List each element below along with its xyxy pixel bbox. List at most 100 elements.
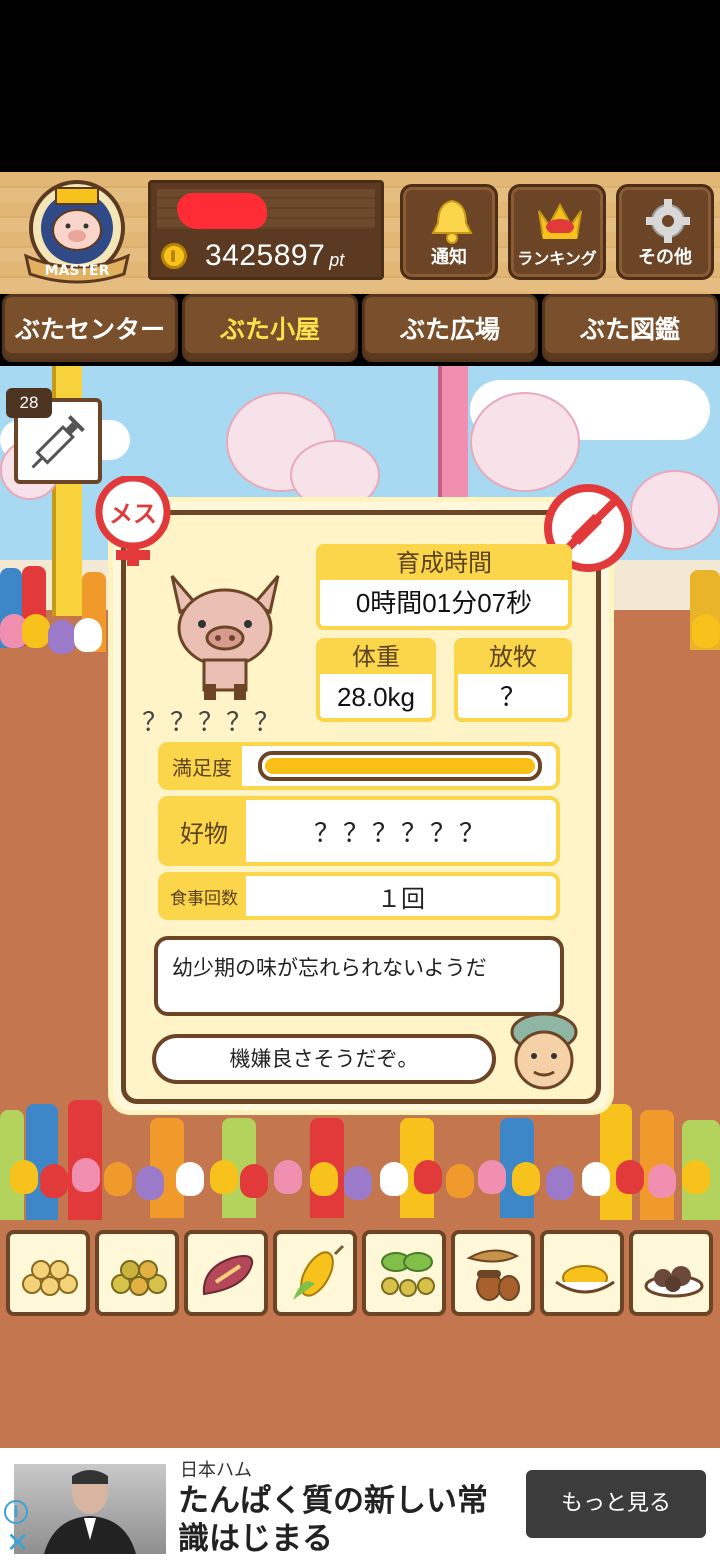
tulip	[512, 1162, 540, 1196]
tulip	[136, 1166, 164, 1200]
favorite-food-label: 好物	[162, 800, 246, 862]
farmer-message-bubble: 機嫌良さそうだぞ。	[152, 1034, 496, 1084]
tulip	[74, 618, 102, 652]
satisfaction-meter	[258, 751, 542, 781]
growth-time-value: 0時間01分07秒	[355, 588, 533, 618]
tulip	[446, 1164, 474, 1198]
tab-buta-zukan[interactable]: ぶた図鑑	[542, 294, 718, 362]
redacted-player-name	[177, 193, 267, 229]
tab-buta-center[interactable]: ぶたセンター	[2, 294, 178, 362]
pig-message-bubble: 幼少期の味が忘れられないようだ	[154, 936, 564, 1016]
status-bar-area	[0, 0, 720, 172]
points-display: 3425897 pt	[157, 237, 375, 275]
meal-count-value: １回	[377, 884, 425, 913]
growth-time-label: 育成時間	[320, 548, 568, 580]
tulip	[582, 1162, 610, 1196]
pasture-box: 放牧 ？	[454, 638, 572, 722]
tulip	[48, 620, 76, 654]
master-badge-icon[interactable]: MASTER	[16, 178, 138, 286]
pasture-value: ？	[499, 682, 526, 712]
bell-icon	[431, 199, 473, 244]
game-screen: MASTER 3425897 pt 通知 ランキング その他 ぶたセンター ぶた…	[0, 0, 720, 1560]
food-corn-button[interactable]	[273, 1230, 357, 1316]
food-selection-bar	[2, 1230, 718, 1318]
ad-more-button[interactable]: もっと見る	[526, 1470, 706, 1538]
tulip	[240, 1164, 268, 1198]
tulip	[72, 1158, 100, 1192]
gear-icon	[646, 199, 690, 243]
weight-box: 体重 28.0kg	[316, 638, 436, 722]
tulip	[22, 614, 50, 648]
player-name-plate	[157, 189, 375, 229]
female-gender-icon: メス	[95, 476, 171, 566]
tulip	[274, 1160, 302, 1194]
other-label: その他	[638, 247, 692, 268]
sweet-potato-icon	[202, 1255, 254, 1296]
ad-close-icon[interactable]: ✕	[6, 1526, 29, 1559]
meal-count-row: 食事回数 １回	[158, 872, 560, 920]
tab-buta-koya[interactable]: ぶた小屋	[182, 294, 358, 362]
crown-icon	[538, 202, 582, 239]
soybeans-icon	[22, 1260, 78, 1296]
ad-banner[interactable]: 日本ハム たんぱく質の新しい常識はじまる もっと見る i ✕	[0, 1448, 720, 1560]
tulip	[546, 1166, 574, 1200]
tulip	[310, 1162, 338, 1196]
tulip	[176, 1162, 204, 1196]
food-grain-bowl-button[interactable]	[540, 1230, 624, 1316]
tab-buta-hiroba[interactable]: ぶた広場	[362, 294, 538, 362]
food-acorn-button[interactable]	[451, 1230, 535, 1316]
mixed-beans-icon	[111, 1260, 167, 1296]
food-soybeans-button[interactable]	[6, 1230, 90, 1316]
food-leaves-button[interactable]	[362, 1230, 446, 1316]
notification-button[interactable]: 通知	[400, 184, 498, 280]
points-value: 3425897	[205, 239, 326, 272]
farmer-message-text: 機嫌良さそうだぞ。	[229, 1047, 419, 1071]
farmer-face-icon	[510, 1012, 578, 1090]
meat-plate-icon	[644, 1266, 704, 1298]
tulip	[648, 1164, 676, 1198]
coin-icon	[161, 243, 187, 269]
tulip	[380, 1162, 408, 1196]
tulip	[210, 1160, 238, 1194]
tulip	[344, 1166, 372, 1200]
ad-person-photo	[44, 1470, 136, 1554]
acorn-icon	[466, 1249, 520, 1301]
ad-info-icon[interactable]: i	[4, 1500, 28, 1524]
pig-message-text: 幼少期の味が忘れられないようだ	[172, 956, 487, 980]
ranking-button[interactable]: ランキング	[508, 184, 606, 280]
pasture-label: 放牧	[458, 642, 568, 674]
satisfaction-meter-fill	[265, 758, 535, 774]
ad-image[interactable]	[14, 1464, 166, 1554]
corn-icon	[293, 1244, 345, 1300]
player-info-board: 3425897 pt	[148, 180, 384, 280]
tulip	[692, 614, 720, 648]
growth-time-box: 育成時間 0時間01分07秒	[316, 544, 572, 630]
notification-label: 通知	[431, 247, 467, 268]
satisfaction-row: 満足度	[158, 742, 560, 790]
weight-value: 28.0kg	[336, 682, 416, 712]
leaves-icon	[381, 1252, 435, 1297]
points-unit: pt	[329, 249, 345, 270]
pig-name: ？？？？？	[142, 708, 283, 738]
cherry-tree	[630, 470, 720, 550]
main-nav: ぶたセンター ぶた小屋 ぶた広場 ぶた図鑑	[0, 294, 720, 366]
tulip	[478, 1160, 506, 1194]
favorite-food-value: ？？？？？？	[313, 818, 488, 849]
weight-label: 体重	[320, 642, 432, 674]
food-mixed-beans-button[interactable]	[95, 1230, 179, 1316]
pink-pole	[438, 366, 468, 506]
food-meat-plate-button[interactable]	[629, 1230, 713, 1316]
badge-label: MASTER	[45, 263, 110, 279]
tulip	[40, 1164, 68, 1198]
food-sweet-potato-button[interactable]	[184, 1230, 268, 1316]
ad-headline: たんぱく質の新しい常識はじまる	[178, 1483, 488, 1557]
pig-character[interactable]	[166, 566, 284, 702]
ranking-label: ランキング	[517, 249, 597, 268]
syringe-count: 28	[6, 388, 52, 418]
other-button[interactable]: その他	[616, 184, 714, 280]
tulip	[616, 1160, 644, 1194]
tulip	[414, 1160, 442, 1194]
favorite-food-row: 好物 ？？？？？？	[158, 796, 560, 866]
gender-label: メス	[109, 500, 157, 528]
tulip	[104, 1162, 132, 1196]
